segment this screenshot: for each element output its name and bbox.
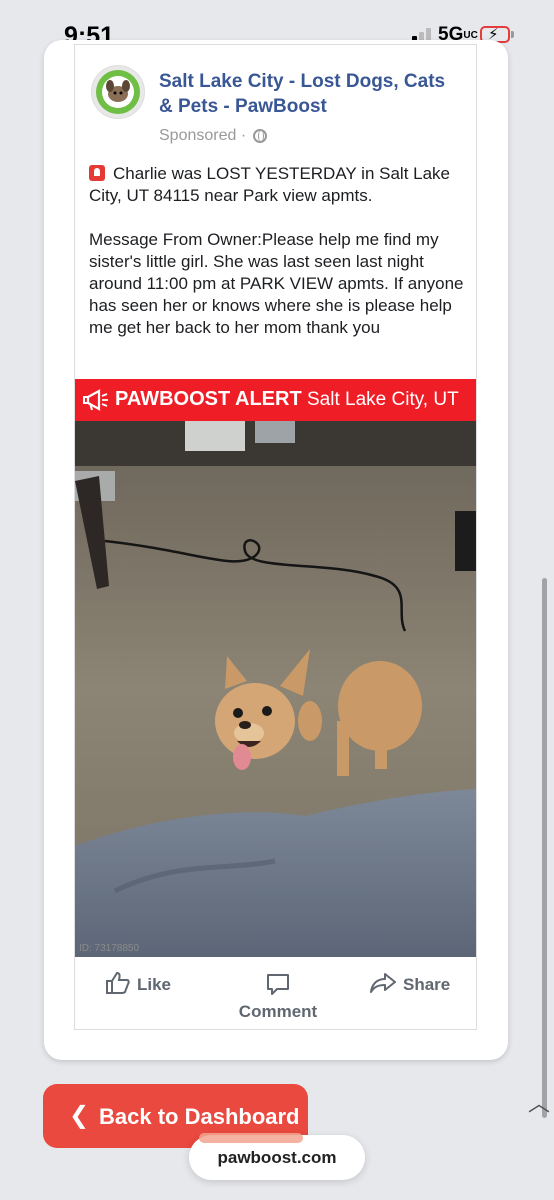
lost-dog-photo[interactable]	[75, 421, 476, 957]
share-icon	[370, 973, 396, 993]
post-body: Charlie was LOST YESTERDAY in Salt Lake …	[89, 163, 469, 361]
post-line-1: Charlie was LOST YESTERDAY in Salt Lake …	[89, 164, 451, 205]
chevron-left-icon: ❮	[69, 1102, 90, 1129]
share-button[interactable]: Share	[369, 971, 450, 995]
page-avatar[interactable]	[91, 65, 145, 119]
alert-location: Salt Lake City, UT	[307, 389, 459, 410]
chevron-up-icon[interactable]: ︿	[528, 1086, 550, 1118]
siren-icon	[89, 165, 105, 181]
url-text: pawboost.com	[217, 1148, 337, 1167]
post-actions: Like Comment Share	[75, 963, 476, 1029]
scrollbar[interactable]	[542, 578, 547, 1118]
post-line-2: Message From Owner:Please help me find m…	[89, 230, 464, 337]
highlight-mark	[199, 1133, 303, 1143]
facebook-post: Salt Lake City - Lost Dogs, Cats & Pets …	[74, 44, 477, 1030]
alert-banner: PAWBOOST ALERT Salt Lake City, UT	[75, 379, 476, 421]
page-name-link[interactable]: Salt Lake City - Lost Dogs, Cats & Pets …	[159, 69, 459, 119]
battery-tip	[511, 31, 514, 38]
megaphone-icon	[83, 389, 108, 411]
like-button[interactable]: Like	[105, 971, 171, 995]
address-bar[interactable]: pawboost.com	[189, 1133, 365, 1180]
thumbs-up-icon	[106, 971, 130, 994]
photo-id: ID: 73178850	[79, 943, 140, 954]
alert-title: PAWBOOST ALERT	[115, 388, 302, 410]
comment-icon	[267, 974, 289, 995]
comment-button[interactable]: Comment	[235, 971, 321, 1022]
sponsored-label: Sponsored ·	[159, 127, 267, 145]
globe-icon	[252, 129, 267, 143]
